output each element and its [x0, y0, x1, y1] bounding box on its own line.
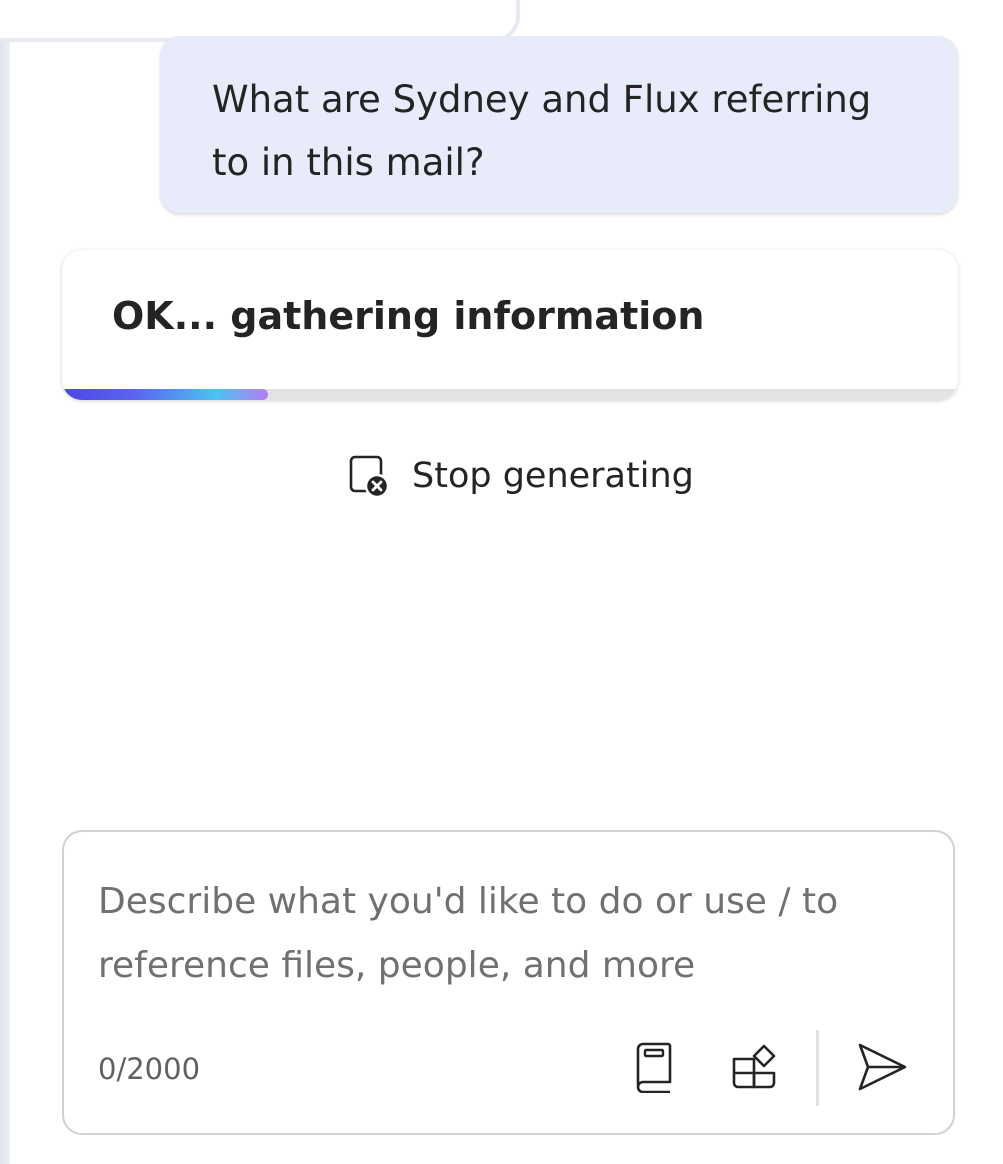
progress-bar — [62, 389, 958, 400]
stop-generating-label: Stop generating — [412, 456, 694, 496]
response-status-card: OK... gathering information — [62, 250, 958, 400]
plugins-button[interactable] — [726, 1038, 782, 1096]
chat-composer: 0/2000 — [62, 830, 955, 1135]
progress-bar-fill — [62, 389, 269, 400]
toolbar-divider — [816, 1030, 819, 1106]
prompts-button[interactable] — [626, 1038, 682, 1096]
book-icon — [636, 1042, 672, 1093]
user-message-bubble: What are Sydney and Flux referring to in… — [160, 36, 958, 213]
send-button[interactable] — [850, 1038, 914, 1096]
user-message-text: What are Sydney and Flux referring to in… — [212, 78, 872, 184]
stop-generating-icon — [349, 455, 390, 499]
apps-icon — [732, 1044, 776, 1089]
character-count: 0/2000 — [98, 1052, 201, 1086]
left-panel-edge — [0, 0, 10, 1164]
status-message: OK... gathering information — [112, 294, 705, 338]
stop-generating-button[interactable]: Stop generating — [348, 452, 694, 500]
send-icon — [858, 1043, 907, 1091]
chat-input[interactable] — [98, 870, 908, 1010]
